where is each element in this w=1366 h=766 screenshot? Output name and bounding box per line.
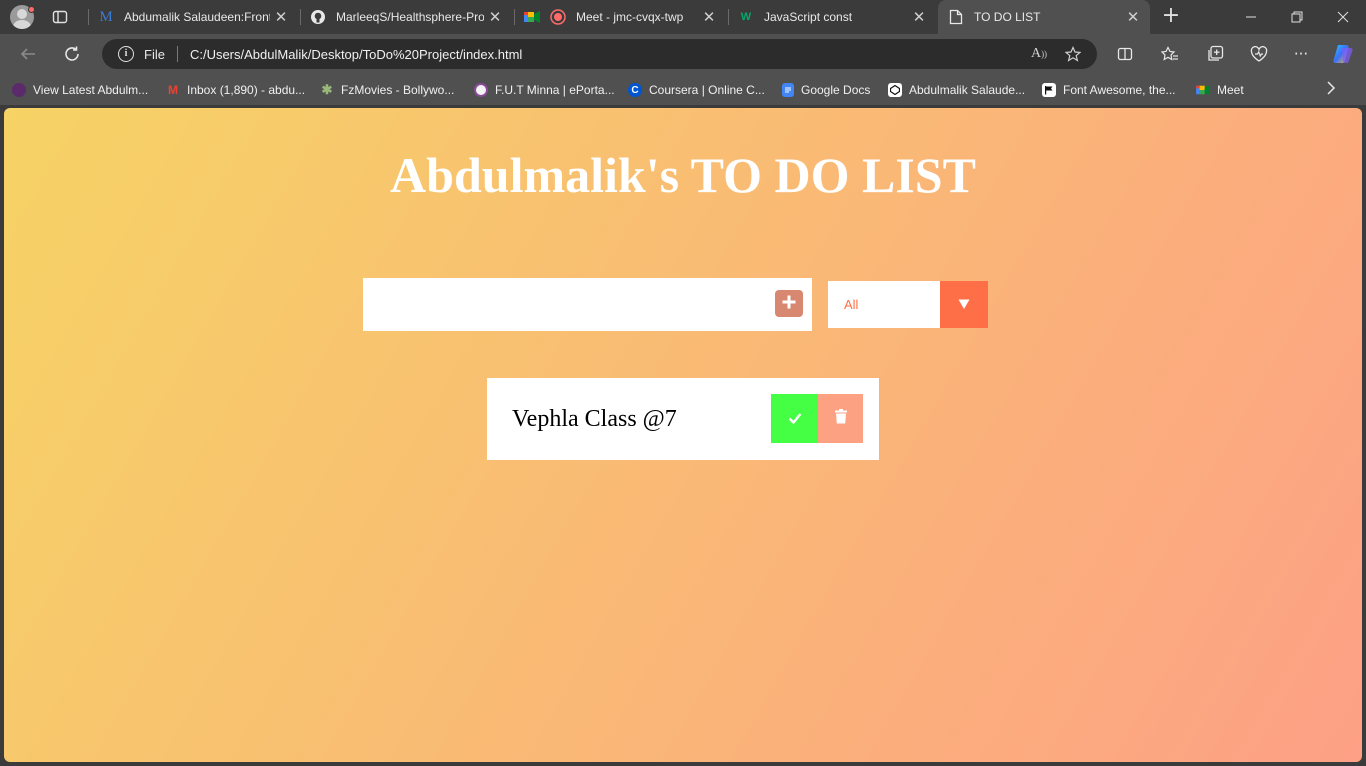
trash-icon xyxy=(834,409,847,428)
read-aloud-icon[interactable]: A)) xyxy=(1029,44,1049,64)
google-meet-icon xyxy=(1196,83,1210,97)
todo-input[interactable] xyxy=(363,278,763,331)
add-todo-button[interactable] xyxy=(775,290,803,317)
bookmark-label: Abdulmalik Salaude... xyxy=(909,83,1026,97)
google-meet-icon xyxy=(524,9,540,25)
bookmark-label: F.U.T Minna | ePorta... xyxy=(495,83,615,97)
coursera-icon: C xyxy=(628,83,642,97)
file-icon xyxy=(948,9,964,25)
close-window-icon[interactable] xyxy=(1320,0,1366,34)
todo-item: Vephla Class @7 xyxy=(487,378,879,460)
bookmark-item[interactable]: View Latest Abdulm... xyxy=(12,81,148,99)
plus-icon xyxy=(782,294,796,313)
bookmark-label: View Latest Abdulm... xyxy=(33,83,149,97)
bookmark-label: Inbox (1,890) - abdu... xyxy=(187,83,306,97)
tab-w3schools[interactable]: W JavaScript const ✕ xyxy=(728,0,936,34)
bookmark-item[interactable]: Font Awesome, the... xyxy=(1042,81,1176,99)
reload-icon[interactable] xyxy=(60,42,84,66)
tab-medium[interactable]: M Abdumalik Salaudeen:Fronte ✕ xyxy=(88,0,298,34)
todo-form xyxy=(363,278,812,331)
bookmark-item[interactable]: ✱ FzMovies - Bollywo... xyxy=(320,81,455,99)
codepen-icon xyxy=(888,83,902,97)
copilot-icon[interactable] xyxy=(1330,41,1356,67)
palm-icon: ✱ xyxy=(321,82,333,97)
page-viewport: Abdulmalik's TO DO LIST All Vephla Class… xyxy=(4,108,1362,762)
medium-m-icon: M xyxy=(99,8,113,25)
bookmark-label: Meet xyxy=(1217,83,1244,97)
bookmark-item[interactable]: Abdulmalik Salaude... xyxy=(888,81,1025,99)
tab-actions-icon[interactable] xyxy=(52,9,68,25)
new-tab-icon[interactable]: + xyxy=(1160,5,1182,28)
recording-icon xyxy=(550,9,566,25)
minimize-icon[interactable] xyxy=(1228,0,1274,34)
tab-github[interactable]: MarleeqS/Healthsphere-Pro ✕ xyxy=(300,0,512,34)
url-text[interactable]: C:/Users/AbdulMalik/Desktop/ToDo%20Proje… xyxy=(190,47,1029,62)
profile-notification-dot xyxy=(28,6,35,13)
bookmark-item[interactable]: F.U.T Minna | ePorta... xyxy=(474,81,615,99)
restore-icon[interactable] xyxy=(1274,0,1320,34)
browser-toolbar: i File C:/Users/AbdulMalik/Desktop/ToDo%… xyxy=(0,34,1366,74)
google-docs-icon xyxy=(782,83,794,97)
grape-icon xyxy=(12,83,26,97)
tab-title: MarleeqS/Healthsphere-Pro xyxy=(336,10,484,24)
filter-select[interactable]: All xyxy=(828,281,988,328)
university-seal-icon xyxy=(474,83,488,97)
todo-list: Vephla Class @7 xyxy=(487,378,879,460)
tab-title: JavaScript const xyxy=(764,10,853,24)
bookmark-label: Google Docs xyxy=(801,83,871,97)
close-tab-icon[interactable]: ✕ xyxy=(698,6,720,28)
site-info-icon[interactable]: i xyxy=(118,46,134,62)
bookmark-label: FzMovies - Bollywo... xyxy=(341,83,455,97)
favorites-icon[interactable] xyxy=(1159,43,1181,65)
tab-title: Abdumalik Salaudeen:Fronte xyxy=(124,10,270,24)
collections-icon[interactable] xyxy=(1204,43,1226,65)
bookmark-item[interactable]: Meet xyxy=(1196,81,1244,99)
address-bar[interactable]: i File C:/Users/AbdulMalik/Desktop/ToDo%… xyxy=(102,39,1097,69)
tab-title: TO DO LIST xyxy=(974,10,1041,24)
tab-meet[interactable]: Meet - jmc-cvqx-twp ✕ xyxy=(514,0,726,34)
more-options-icon[interactable]: ··· xyxy=(1290,43,1312,65)
tab-title: Meet - jmc-cvqx-twp xyxy=(576,10,684,24)
bookmarks-bar: View Latest Abdulm... M Inbox (1,890) - … xyxy=(0,74,1366,105)
bookmark-item[interactable]: Google Docs xyxy=(782,81,870,99)
bookmark-item[interactable]: C Coursera | Online C... xyxy=(628,81,765,99)
w3schools-icon: W xyxy=(740,11,752,23)
bookmark-label: Coursera | Online C... xyxy=(649,83,765,97)
todo-text: Vephla Class @7 xyxy=(512,406,677,432)
browser-tab-strip: M Abdumalik Salaudeen:Fronte ✕ MarleeqS/… xyxy=(0,0,1366,34)
filter-dropdown-button[interactable] xyxy=(940,281,988,328)
close-tab-icon[interactable]: ✕ xyxy=(908,6,930,28)
triangle-down-icon xyxy=(958,295,970,314)
github-icon xyxy=(310,9,326,25)
delete-button[interactable] xyxy=(818,394,863,443)
close-tab-icon[interactable]: ✕ xyxy=(484,6,506,28)
chevron-right-icon[interactable] xyxy=(1322,81,1340,99)
filter-selected-value: All xyxy=(844,297,859,312)
page-title: Abdulmalik's TO DO LIST xyxy=(390,147,976,203)
favorite-star-icon[interactable] xyxy=(1063,44,1083,64)
complete-button[interactable] xyxy=(771,394,818,443)
url-scheme-label: File xyxy=(144,46,165,62)
bookmark-item[interactable]: M Inbox (1,890) - abdu... xyxy=(166,81,305,99)
close-tab-icon[interactable]: ✕ xyxy=(270,6,292,28)
address-divider xyxy=(176,46,178,62)
gmail-icon: M xyxy=(168,83,178,97)
tab-todo-list[interactable]: TO DO LIST ✕ xyxy=(938,0,1150,34)
close-tab-icon[interactable]: ✕ xyxy=(1122,6,1144,28)
browser-essentials-icon[interactable] xyxy=(1248,43,1270,65)
bookmark-label: Font Awesome, the... xyxy=(1063,83,1176,97)
back-arrow-icon[interactable] xyxy=(16,42,40,66)
split-screen-icon[interactable] xyxy=(1114,43,1136,65)
check-icon xyxy=(788,409,802,428)
font-awesome-flag-icon xyxy=(1042,83,1056,97)
